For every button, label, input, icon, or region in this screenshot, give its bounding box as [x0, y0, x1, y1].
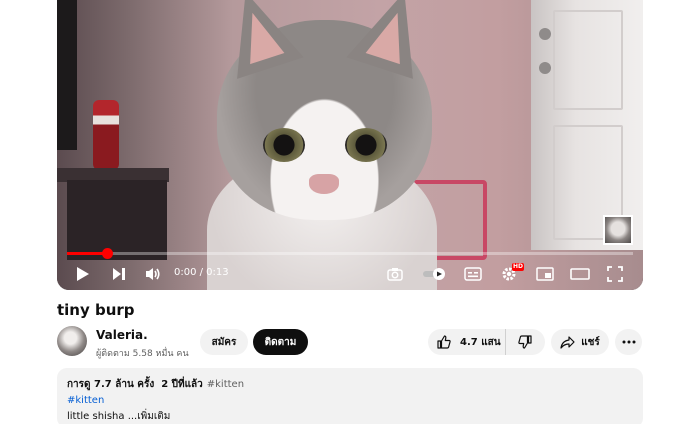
volume-button[interactable]	[141, 258, 165, 290]
miniplayer-button[interactable]	[533, 258, 557, 290]
fullscreen-icon	[607, 266, 623, 282]
progress-fill	[67, 252, 107, 255]
description-meta: การดู 7.7 ล้าน ครั้ง 2 ปีที่แล้ว #kitten	[67, 377, 633, 392]
player-controls: 0:00 / 0:13 HD	[57, 258, 643, 290]
theater-mode-button[interactable]	[567, 258, 593, 290]
dislike-button[interactable]	[506, 329, 544, 355]
join-button[interactable]: สมัคร	[200, 329, 248, 355]
subscriber-count: ผู้ติดตาม 5.58 หมื่น คน	[96, 349, 189, 359]
description-hashtag-link[interactable]: #kitten	[67, 395, 633, 406]
camera-icon	[387, 268, 403, 281]
screenshot-button[interactable]	[383, 258, 407, 290]
share-button[interactable]: แชร์	[551, 329, 609, 355]
autoplay-toggle-icon	[423, 268, 445, 280]
video-frame	[57, 0, 643, 290]
more-actions-button[interactable]	[615, 329, 642, 355]
channel-name[interactable]: Valeria.	[96, 328, 148, 342]
like-count: 4.7 แสน	[460, 336, 501, 348]
share-label: แชร์	[581, 336, 600, 348]
channel-avatar[interactable]	[57, 326, 87, 356]
next-button[interactable]	[107, 258, 131, 290]
meta-hashtag[interactable]: #kitten	[207, 379, 244, 390]
preview-thumbnail	[603, 215, 633, 245]
upload-age: 2 ปีที่แล้ว	[161, 379, 203, 390]
subtitles-button[interactable]	[461, 258, 485, 290]
more-icon	[622, 340, 635, 344]
settings-button[interactable]: HD	[497, 258, 525, 290]
video-player[interactable]: 0:00 / 0:13 HD	[57, 0, 643, 290]
play-button[interactable]	[71, 258, 95, 290]
fullscreen-button[interactable]	[603, 258, 627, 290]
like-dislike-group: 4.7 แสน	[428, 329, 545, 355]
next-icon	[113, 268, 125, 280]
video-title: tiny burp	[57, 301, 135, 319]
thumbs-down-icon	[518, 335, 532, 349]
time-display: 0:00 / 0:13	[174, 267, 229, 278]
miniplayer-icon	[536, 267, 554, 281]
like-button[interactable]: 4.7 แสน	[428, 329, 506, 355]
subscribe-button[interactable]: ติดตาม	[253, 329, 308, 355]
description-box[interactable]: การดู 7.7 ล้าน ครั้ง 2 ปีที่แล้ว #kitten …	[57, 368, 643, 424]
subtitles-icon	[464, 267, 482, 281]
progress-bar[interactable]	[67, 248, 633, 259]
play-icon	[77, 267, 89, 281]
view-count: การดู 7.7 ล้าน ครั้ง	[67, 379, 155, 390]
hd-badge: HD	[512, 263, 525, 271]
volume-icon	[146, 268, 160, 280]
share-icon	[560, 335, 575, 349]
theater-icon	[570, 268, 590, 280]
thumbs-up-icon	[437, 335, 451, 349]
description-text[interactable]: little shisha ...เพิ่มเติม	[67, 409, 633, 424]
autoplay-toggle[interactable]	[421, 258, 449, 290]
